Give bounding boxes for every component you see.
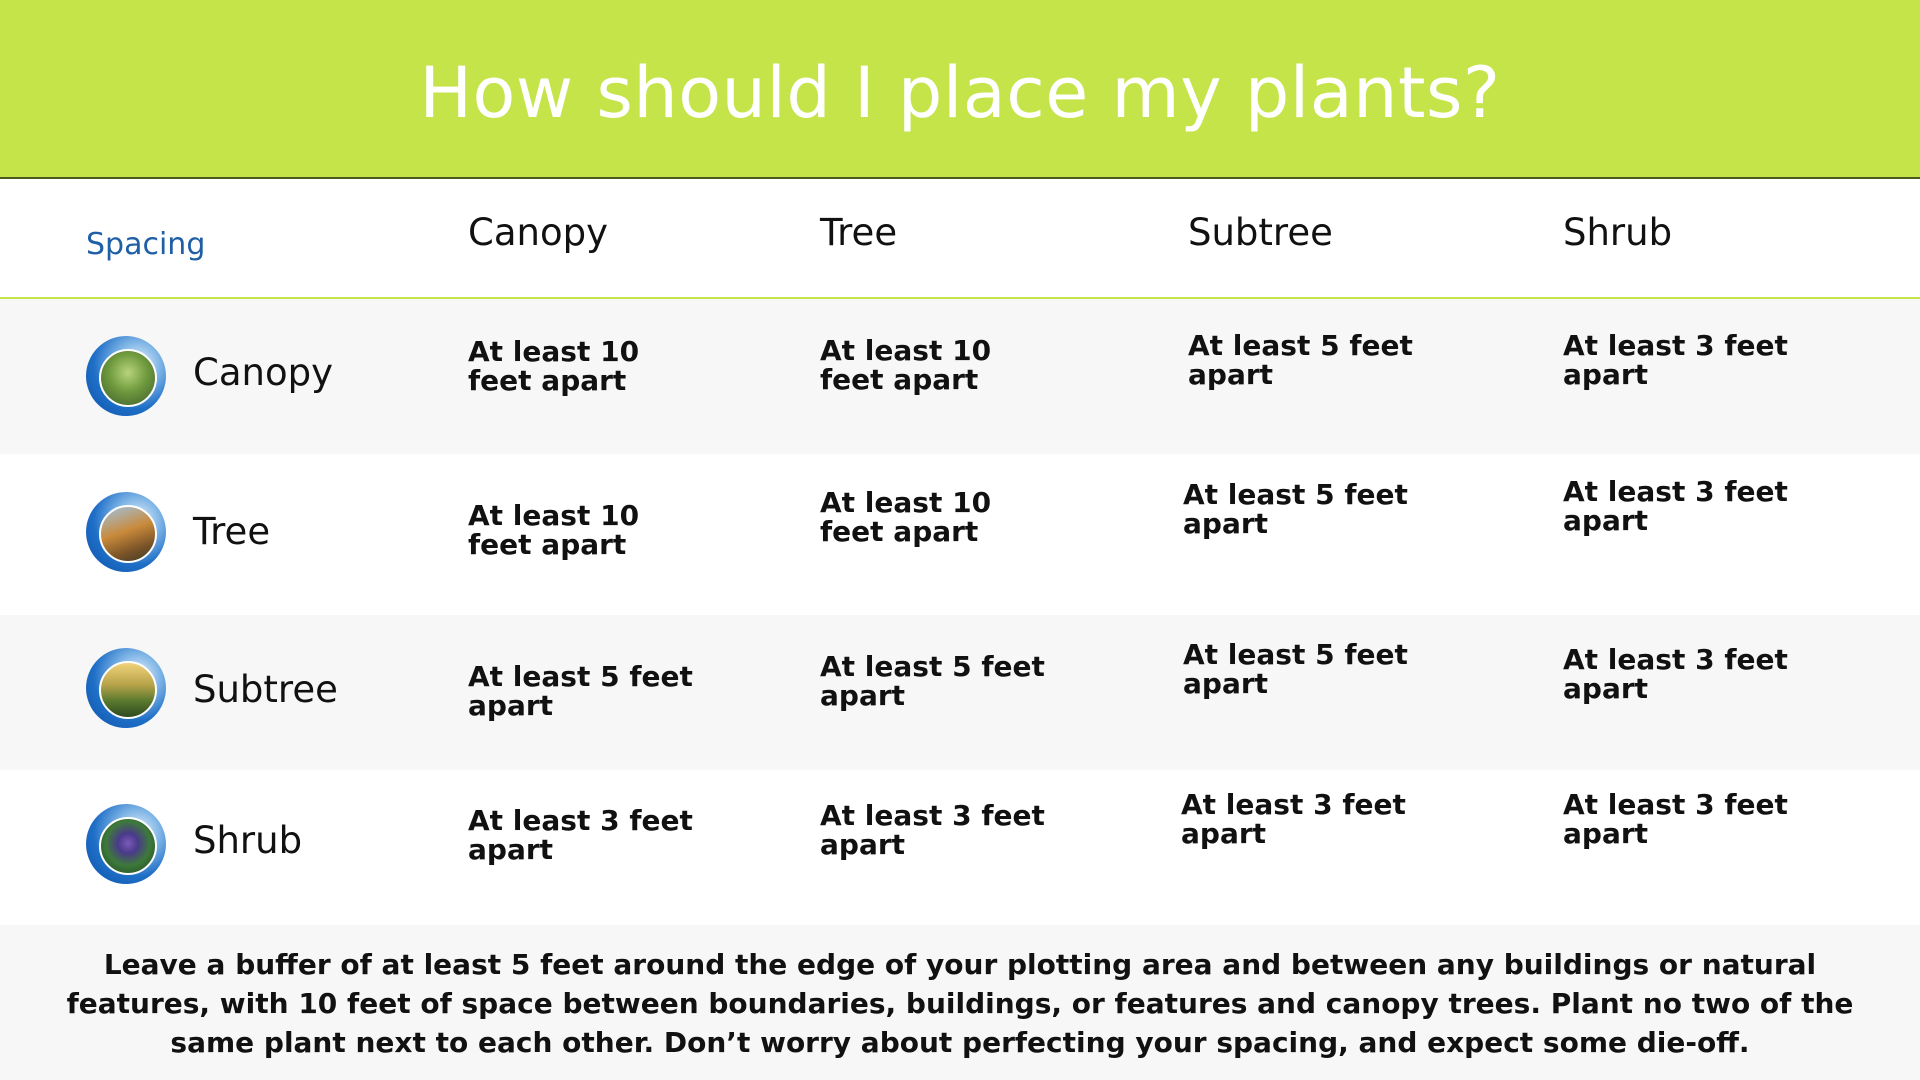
title-banner: How should I place my plants? [0, 0, 1920, 179]
cell-tree-tree: At least 10 feet apart [820, 486, 992, 548]
footer-text: Leave a buffer of at least 5 feet around… [66, 948, 1854, 1059]
column-header-subtree: Subtree [1188, 211, 1333, 254]
column-header-row: Spacing Canopy Tree Subtree Shrub [0, 179, 1920, 299]
column-header-canopy: Canopy [468, 211, 608, 254]
row-label-canopy: Canopy [193, 351, 333, 394]
cell-tree-subtree: At least 5 feet apart [1183, 478, 1408, 540]
cell-subtree-subtree: At least 5 feet apart [1183, 638, 1408, 700]
tree-photo-icon [86, 492, 166, 572]
shrub-photo-icon [86, 804, 166, 884]
table-row: Shrub At least 3 feet apart At least 3 f… [0, 770, 1920, 925]
cell-tree-shrub: At least 3 feet apart [1563, 475, 1788, 537]
column-header-shrub: Shrub [1563, 211, 1673, 254]
canopy-photo-icon [86, 336, 166, 416]
footer-note: Leave a buffer of at least 5 feet around… [0, 925, 1920, 1080]
cell-subtree-tree: At least 5 feet apart [820, 650, 1045, 712]
cell-tree-canopy: At least 10 feet apart [468, 499, 640, 561]
row-label-subtree: Subtree [193, 668, 338, 711]
row-label-shrub: Shrub [193, 819, 303, 862]
subtree-photo-icon [86, 648, 166, 728]
row-label-tree: Tree [193, 510, 271, 553]
cell-canopy-tree: At least 10 feet apart [820, 334, 992, 396]
table-row: Subtree At least 5 feet apart At least 5… [0, 615, 1920, 770]
cell-shrub-canopy: At least 3 feet apart [468, 804, 693, 866]
cell-canopy-shrub: At least 3 feet apart [1563, 329, 1788, 391]
cell-shrub-tree: At least 3 feet apart [820, 799, 1045, 861]
spacing-label: Spacing [86, 227, 206, 262]
cell-canopy-subtree: At least 5 feet apart [1188, 329, 1413, 391]
cell-shrub-subtree: At least 3 feet apart [1181, 788, 1406, 850]
cell-subtree-canopy: At least 5 feet apart [468, 660, 693, 722]
table-row: Tree At least 10 feet apart At least 10 … [0, 454, 1920, 615]
page-title: How should I place my plants? [419, 51, 1501, 134]
column-header-tree: Tree [820, 211, 898, 254]
cell-canopy-canopy: At least 10 feet apart [468, 335, 640, 397]
table-row: Canopy At least 10 feet apart At least 1… [0, 299, 1920, 454]
cell-subtree-shrub: At least 3 feet apart [1563, 643, 1788, 705]
cell-shrub-shrub: At least 3 feet apart [1563, 788, 1788, 850]
